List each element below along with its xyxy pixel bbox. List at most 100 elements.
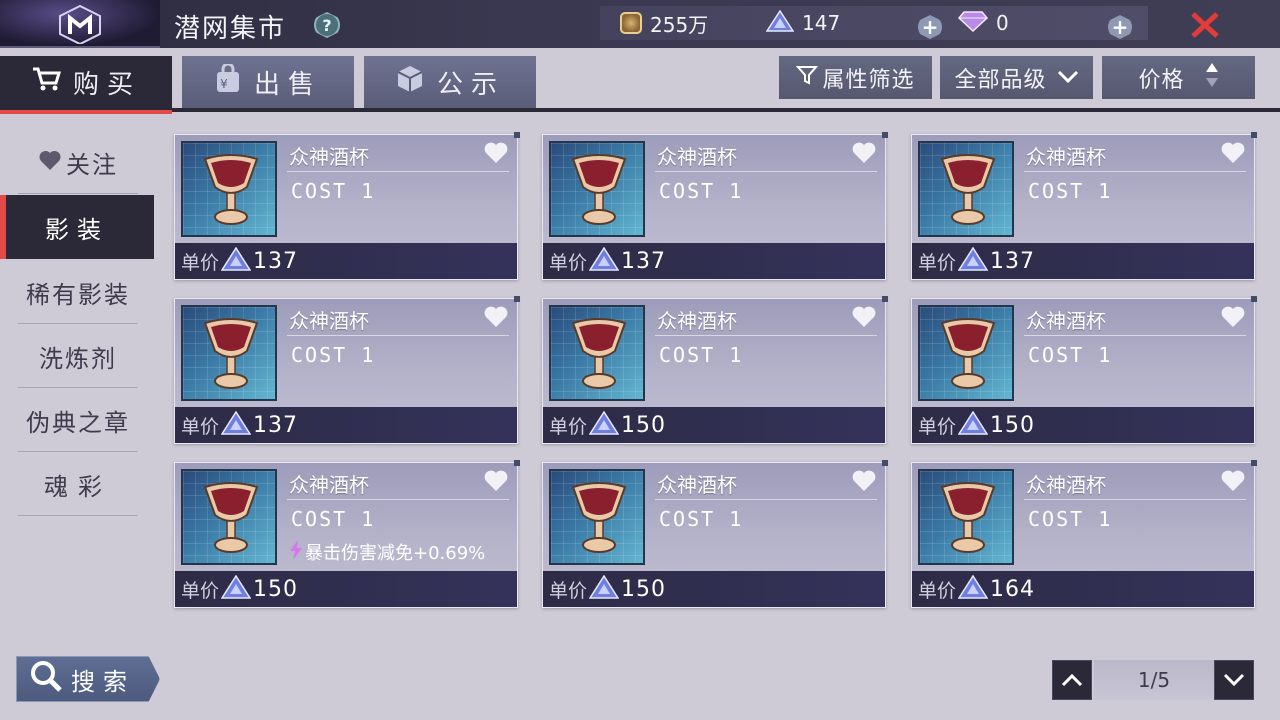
top-bar: 潜网集市 ? 255万 147 + 0 + [0,0,1280,48]
tab-buy[interactable]: 购买 [0,56,172,114]
grade-select[interactable]: 全部品级 [940,56,1093,99]
price-sort-button[interactable]: 价格 [1102,56,1255,99]
sidebar-item-follow[interactable]: 关注 [18,132,138,194]
currency-bar: 255万 147 + 0 + [600,6,1148,40]
page-indicator: 1/5 [1094,660,1214,700]
favorite-heart-icon[interactable] [483,142,509,168]
listing-card[interactable]: 众神酒杯 COST 1 单价 137 [911,132,1257,280]
listing-card[interactable]: 众神酒杯 COST 1 单价 150 [911,296,1257,444]
sidebar-item-label: 洗炼剂 [39,345,117,373]
favorite-heart-icon[interactable] [1220,142,1246,168]
item-price: 164 [990,576,1036,602]
listing-card[interactable]: 众神酒杯 COST 1 单价 137 [542,132,888,280]
item-thumbnail [181,469,277,565]
item-name: 众神酒杯 [657,473,737,497]
item-thumbnail [549,305,645,401]
sidebar-item-label: 伪典之章 [26,409,130,437]
chevron-up-icon [1061,673,1083,687]
close-button[interactable] [1188,8,1222,42]
item-name: 众神酒杯 [289,309,369,333]
goblet-icon [571,318,627,389]
price-label: 单价 [549,579,588,602]
page-prev-button[interactable] [1052,660,1092,700]
item-thumbnail [549,141,645,237]
tab-public[interactable]: 公示 [364,56,536,108]
item-cost: COST 1 [659,179,744,203]
card-divider [287,171,509,172]
price-bar: 单价 137 [175,243,517,279]
favorite-heart-icon[interactable] [483,470,509,496]
item-thumbnail [549,469,645,565]
goblet-icon [571,482,627,553]
sidebar-item-label: 稀有影装 [26,281,130,309]
tab-public-label: 公示 [436,69,505,100]
price-label: 单价 [181,251,220,274]
item-name: 众神酒杯 [657,309,737,333]
item-cost: COST 1 [1028,179,1113,203]
favorite-heart-icon[interactable] [483,306,509,332]
price-bar: 单价 150 [543,571,885,607]
listing-card[interactable]: 众神酒杯 COST 1 单价 137 [174,132,520,280]
sidebar-item-apocrypha[interactable]: 伪典之章 [18,390,138,452]
item-name: 众神酒杯 [1026,309,1106,333]
favorite-heart-icon[interactable] [1220,306,1246,332]
card-corner-marker [514,296,520,302]
card-corner-marker [882,132,888,138]
item-price: 137 [253,248,299,274]
app-logo [0,0,160,48]
page-next-button[interactable] [1214,660,1254,700]
listing-card[interactable]: 众神酒杯 COST 1 暴击伤害减免+0.69% 单价 150 [174,460,520,608]
crystal-icon [220,410,252,439]
currency-coin: 255万 [620,12,708,37]
item-attribute-text: 暴击伤害减免+0.69% [305,543,486,564]
goblet-icon [940,154,996,225]
item-price: 150 [253,576,299,602]
price-sort-label: 价格 [1138,67,1185,93]
add-crystal-button[interactable]: + [918,15,942,39]
crystal-icon [765,9,795,37]
crystal-icon [220,574,252,603]
price-bar: 单价 150 [912,407,1254,443]
tab-sell[interactable]: ¥ 出售 [182,56,354,108]
listing-card[interactable]: 众神酒杯 COST 1 单价 164 [911,460,1257,608]
help-icon[interactable]: ? [314,12,340,38]
card-corner-marker [1251,296,1257,302]
listing-card[interactable]: 众神酒杯 COST 1 单价 150 [542,296,888,444]
item-price: 137 [253,412,299,438]
listing-card[interactable]: 众神酒杯 COST 1 单价 137 [174,296,520,444]
favorite-heart-icon[interactable] [1220,470,1246,496]
favorite-heart-icon[interactable] [851,306,877,332]
sidebar-item-refiner[interactable]: 洗炼剂 [18,326,138,388]
card-divider [655,499,877,500]
chevron-down-icon [1223,673,1245,687]
price-bar: 单价 164 [912,571,1254,607]
price-bar: 单价 150 [543,407,885,443]
item-name: 众神酒杯 [289,145,369,169]
sidebar-item-soul-color[interactable]: 魂彩 [18,454,138,516]
sidebar-item-shadow-gear[interactable]: 影装 [0,195,154,259]
card-corner-marker [514,460,520,466]
goblet-icon [203,482,259,553]
currency-crystal: 147 [765,9,840,37]
item-thumbnail [918,469,1014,565]
item-price: 137 [990,248,1036,274]
sidebar-item-rare-shadow-gear[interactable]: 稀有影装 [18,262,138,324]
crystal-icon [957,410,989,439]
favorite-heart-icon[interactable] [851,470,877,496]
bag-icon: ¥ [214,62,242,101]
item-name: 众神酒杯 [657,145,737,169]
favorite-heart-icon[interactable] [851,142,877,168]
add-diamond-button[interactable]: + [1108,15,1132,39]
listing-card[interactable]: 众神酒杯 COST 1 单价 150 [542,460,888,608]
currency-coin-value: 255万 [650,12,709,37]
diamond-icon [957,10,989,37]
item-price: 137 [621,248,667,274]
close-icon [1191,12,1219,38]
crystal-icon [957,246,989,275]
item-cost: COST 1 [1028,507,1113,531]
sidebar-item-label: 影装 [45,215,109,244]
attribute-filter-button[interactable]: 属性筛选 [779,56,932,99]
search-button[interactable]: 搜索 [16,656,160,702]
price-bar: 单价 150 [175,571,517,607]
item-price: 150 [621,576,667,602]
